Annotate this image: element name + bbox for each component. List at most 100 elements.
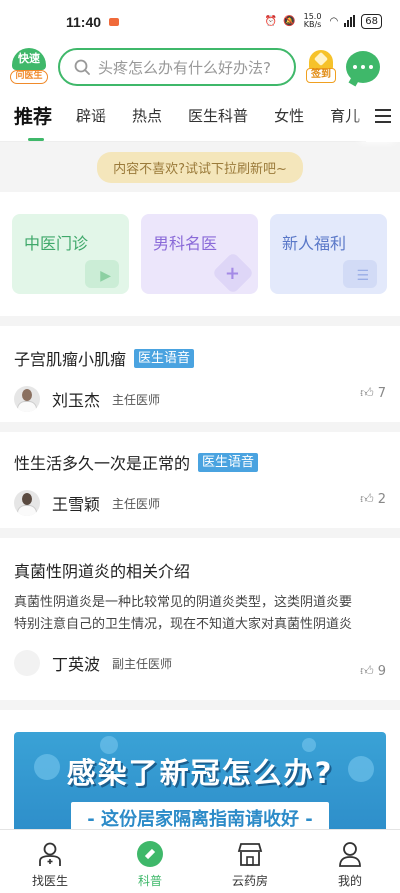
summary-line: 真菌性阴道炎是一种比较常见的阴道炎类型，这类阴道炎要 bbox=[14, 595, 353, 610]
message-button[interactable] bbox=[346, 51, 380, 83]
thumbs-up-icon: 👍︎ bbox=[360, 664, 374, 679]
article-item[interactable]: 子宫肌瘤小肌瘤 医生语音 刘玉杰 主任医师 👍︎ 7 bbox=[0, 326, 400, 422]
book-lines-icon: ☰ bbox=[356, 268, 369, 284]
nav-label: 我的 bbox=[337, 874, 362, 888]
divider bbox=[0, 700, 400, 710]
status-bar: 11:40 ⏰ 🔕 15.0 KB/s ◠ 68 bbox=[0, 0, 400, 44]
nav-label: 找医生 bbox=[31, 874, 68, 888]
logo-top-text: 快速 bbox=[12, 48, 46, 70]
nav-find-doctor[interactable]: 找医生 bbox=[0, 830, 100, 893]
like-button[interactable]: 👍︎ 9 bbox=[360, 664, 386, 679]
search-input[interactable]: 头疼怎么办有什么好办法? bbox=[58, 48, 296, 86]
chat-dot bbox=[361, 65, 365, 69]
search-placeholder: 头疼怎么办有什么好办法? bbox=[98, 58, 271, 77]
card-andrology[interactable]: 男科名医 + bbox=[141, 214, 258, 294]
doctor-title: 主任医师 bbox=[112, 392, 161, 407]
like-count: 9 bbox=[377, 664, 386, 679]
article-author: 王雪颖 主任医师 bbox=[14, 490, 386, 516]
card-new-user-benefits[interactable]: 新人福利 ☰ bbox=[270, 214, 387, 294]
article-title: 子宫肌瘤小肌瘤 bbox=[14, 350, 127, 369]
signal-icon bbox=[344, 15, 356, 27]
avatar bbox=[14, 386, 40, 412]
article-title: 真菌性阴道炎的相关介绍 bbox=[14, 562, 191, 581]
search-icon bbox=[74, 59, 90, 75]
mute-icon: 🔕 bbox=[283, 15, 296, 27]
doctor-icon bbox=[36, 840, 64, 868]
user-icon bbox=[336, 840, 364, 868]
tab-rumor[interactable]: 辟谣 bbox=[76, 105, 106, 126]
banner-section: 感染了新冠怎么办? - 这份居家隔离指南请收好 - bbox=[0, 710, 400, 848]
battery-icon: 68 bbox=[361, 13, 382, 29]
article-title-row: 真菌性阴道炎的相关介绍 bbox=[14, 558, 386, 582]
article-item[interactable]: 性生活多久一次是正常的 医生语音 王雪颖 主任医师 👍︎ 2 bbox=[0, 432, 400, 528]
chat-dot bbox=[353, 65, 357, 69]
menu-icon-line bbox=[375, 109, 391, 111]
like-count: 2 bbox=[377, 492, 386, 507]
banner-title: 感染了新冠怎么办? bbox=[66, 756, 334, 790]
nav-science[interactable]: 科普 bbox=[100, 830, 200, 893]
category-tabs: 推荐 辟谣 热点 医生科普 女性 育儿 bbox=[0, 90, 400, 142]
nav-pharmacy[interactable]: 云药房 bbox=[200, 830, 300, 893]
tab-hot[interactable]: 热点 bbox=[132, 105, 162, 126]
refresh-hint-area: 内容不喜欢?试试下拉刷新吧~ bbox=[0, 142, 400, 192]
bottom-nav: 找医生 科普 云药房 我的 bbox=[0, 829, 400, 893]
doctor-name: 丁英波 bbox=[52, 655, 101, 674]
article-title: 性生活多久一次是正常的 bbox=[14, 454, 191, 473]
tab-doctor-science[interactable]: 医生科普 bbox=[188, 105, 248, 126]
wifi-icon: ◠ bbox=[329, 15, 339, 27]
card-label: 男科名医 bbox=[153, 234, 218, 253]
thumbs-up-icon: 👍︎ bbox=[360, 492, 374, 507]
tab-women[interactable]: 女性 bbox=[274, 105, 304, 126]
status-icons: ⏰ 🔕 15.0 KB/s ◠ 68 bbox=[265, 13, 382, 29]
chat-dot bbox=[369, 65, 373, 69]
doctor-name: 刘玉杰 bbox=[52, 391, 101, 410]
doctor-title: 主任医师 bbox=[112, 496, 161, 511]
avatar bbox=[14, 650, 40, 676]
tab-recommend[interactable]: 推荐 bbox=[14, 102, 52, 141]
menu-icon-line bbox=[375, 121, 391, 123]
alarm-icon: ⏰ bbox=[264, 15, 278, 27]
nav-label: 云药房 bbox=[231, 874, 268, 888]
logo-bottom-text: 问医生 bbox=[10, 70, 48, 84]
doctor-name: 王雪颖 bbox=[52, 495, 101, 514]
divider bbox=[0, 316, 400, 326]
thumbs-up-icon: 👍︎ bbox=[360, 386, 374, 401]
divider bbox=[0, 528, 400, 538]
card-label: 新人福利 bbox=[282, 234, 347, 253]
checkin-label: 签到 bbox=[306, 68, 336, 83]
divider bbox=[0, 422, 400, 432]
service-cards: 中医门诊 ▶ 男科名医 + 新人福利 ☰ bbox=[0, 192, 400, 316]
article-author: 丁英波 副主任医师 bbox=[14, 650, 386, 676]
card-label: 中医门诊 bbox=[24, 234, 89, 253]
checkin-icon bbox=[309, 50, 333, 70]
summary-line: 特别注意自己的卫生情况，现在不知道大家对真菌性阴道炎 bbox=[14, 617, 353, 632]
avatar bbox=[14, 490, 40, 516]
like-button[interactable]: 👍︎ 7 bbox=[360, 386, 386, 401]
store-icon bbox=[236, 840, 264, 868]
notification-icon bbox=[109, 18, 120, 26]
play-icon: ▶ bbox=[100, 268, 111, 284]
tab-parenting[interactable]: 育儿 bbox=[330, 105, 360, 126]
nav-label: 科普 bbox=[137, 874, 162, 888]
article-title-row: 子宫肌瘤小肌瘤 医生语音 bbox=[14, 346, 386, 370]
article-title-row: 性生活多久一次是正常的 医生语音 bbox=[14, 450, 386, 474]
app-header: 快速 问医生 头疼怎么办有什么好办法? 签到 bbox=[0, 44, 400, 90]
tab-menu-button[interactable] bbox=[366, 90, 400, 142]
refresh-hint: 内容不喜欢?试试下拉刷新吧~ bbox=[97, 151, 303, 183]
status-time: 11:40 bbox=[66, 14, 102, 30]
card-tcm-clinic[interactable]: 中医门诊 ▶ bbox=[12, 214, 129, 294]
like-count: 7 bbox=[377, 386, 386, 401]
compass-icon bbox=[136, 840, 164, 868]
voice-badge: 医生语音 bbox=[134, 348, 195, 368]
app-logo: 快速 问医生 bbox=[10, 48, 48, 86]
plus-icon: + bbox=[224, 263, 240, 284]
like-button[interactable]: 👍︎ 2 bbox=[360, 492, 386, 507]
voice-badge: 医生语音 bbox=[198, 452, 259, 472]
checkin-button[interactable]: 签到 bbox=[306, 50, 336, 84]
network-speed: 15.0 KB/s bbox=[303, 12, 322, 29]
doctor-title: 副主任医师 bbox=[112, 656, 173, 671]
article-author: 刘玉杰 主任医师 bbox=[14, 386, 386, 412]
article-item[interactable]: 真菌性阴道炎的相关介绍 真菌性阴道炎是一种比较常见的阴道炎类型，这类阴道炎要 特… bbox=[0, 538, 400, 700]
article-summary: 真菌性阴道炎是一种比较常见的阴道炎类型，这类阴道炎要 特别注意自己的卫生情况，现… bbox=[14, 592, 386, 636]
nav-mine[interactable]: 我的 bbox=[300, 830, 400, 893]
